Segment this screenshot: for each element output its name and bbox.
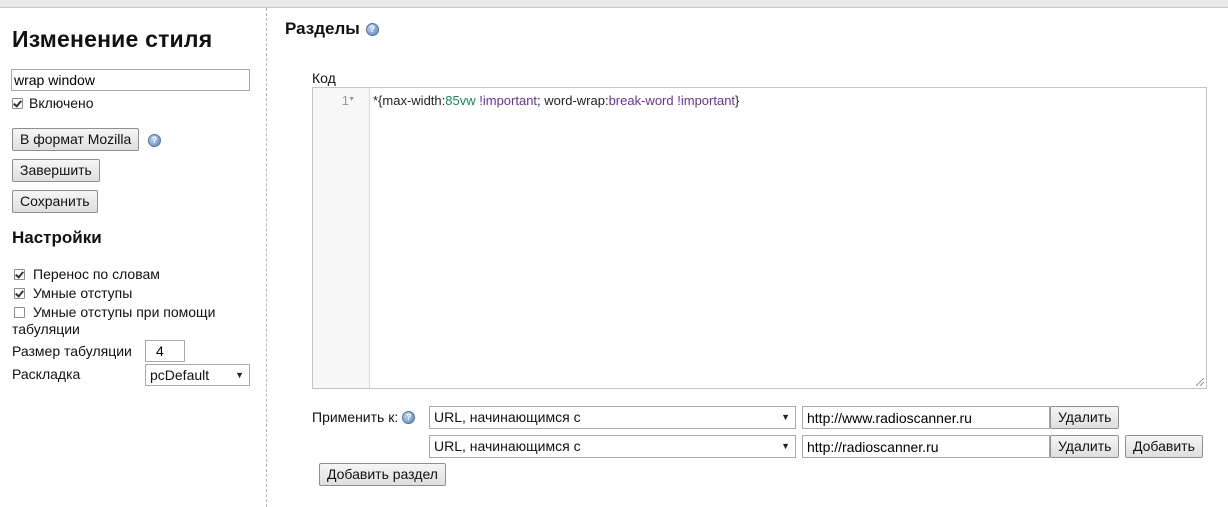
line-gutter: 1 ▼ (313, 88, 370, 388)
chevron-down-icon: ▼ (781, 441, 790, 451)
apply-to-text: Применить к: (312, 409, 399, 425)
rule-type-select[interactable]: URL, начинающимся с ▼ (429, 435, 796, 458)
delete-rule-button[interactable]: Удалить (1050, 406, 1120, 429)
rule-url-input[interactable] (802, 406, 1050, 429)
code-token: } (735, 93, 740, 108)
help-icon[interactable]: ? (365, 22, 379, 36)
main-panel: Разделы ? Код 1 ▼ *{max-width:85vw !impo… (268, 8, 1228, 507)
add-rule-button[interactable]: Добавить (1125, 435, 1203, 458)
code-token: *{max-width: (373, 93, 446, 108)
finish-button[interactable]: Завершить (12, 159, 100, 182)
rule-type-value: URL, начинающимся с (434, 438, 581, 454)
rule-url-input[interactable] (802, 435, 1050, 458)
keymap-label: Раскладка (12, 366, 81, 382)
enabled-checkbox[interactable] (12, 97, 23, 109)
smart-tab-indent-label: Умные отступы при помощи (33, 304, 216, 320)
code-label: Код (312, 70, 336, 86)
option-smart-tab-indent[interactable]: Умные отступы при помощи (14, 304, 215, 320)
word-wrap-label: Перенос по словам (33, 266, 160, 282)
code-token-number: 85vw (445, 93, 476, 108)
tab-size-label: Размер табуляции (12, 343, 132, 359)
code-editor[interactable]: 1 ▼ *{max-width:85vw !important; word-wr… (312, 87, 1207, 389)
option-word-wrap[interactable]: Перенос по словам (14, 266, 160, 282)
code-line[interactable]: *{max-width:85vw !important; word-wrap:b… (373, 93, 739, 108)
enabled-row[interactable]: Включено (12, 95, 94, 111)
option-smart-indent[interactable]: Умные отступы (14, 285, 132, 301)
help-icon[interactable]: ? (402, 410, 416, 424)
smart-tab-indent-checkbox[interactable] (14, 306, 25, 318)
fold-arrow-icon[interactable]: ▼ (348, 96, 355, 103)
apply-to-label: Применить к: ? (312, 409, 416, 425)
save-button[interactable]: Сохранить (12, 190, 98, 213)
code-token-keyword: !important (677, 93, 736, 108)
style-title: Изменение стиля (12, 26, 213, 52)
smart-indent-checkbox[interactable] (14, 287, 25, 299)
resize-grip-icon[interactable] (1196, 378, 1204, 386)
settings-title: Настройки (12, 228, 102, 247)
code-token-keyword: !important (479, 93, 538, 108)
delete-rule-button[interactable]: Удалить (1050, 435, 1120, 458)
browser-toolbar-strip (0, 0, 1228, 8)
rule-type-select[interactable]: URL, начинающимся с ▼ (429, 406, 796, 429)
chevron-down-icon: ▼ (781, 412, 790, 422)
sections-title-text: Разделы (285, 19, 360, 38)
tab-size-input[interactable] (145, 340, 185, 362)
smart-tab-indent-label-cont: табуляции (12, 321, 80, 337)
sections-title: Разделы ? (285, 19, 379, 39)
enabled-label: Включено (29, 95, 94, 111)
code-token: ; word-wrap: (537, 93, 609, 108)
keymap-value: pcDefault (150, 367, 210, 383)
rule-type-value: URL, начинающимся с (434, 409, 581, 425)
mozilla-format-button[interactable]: В формат Mozilla (12, 128, 140, 151)
keymap-select[interactable]: pcDefault ▼ (145, 364, 250, 386)
add-section-button[interactable]: Добавить раздел (319, 463, 446, 486)
chevron-down-icon: ▼ (235, 370, 244, 380)
smart-indent-label: Умные отступы (33, 285, 133, 301)
sidebar: Изменение стиля Включено В формат Mozill… (0, 8, 267, 507)
word-wrap-checkbox[interactable] (14, 268, 25, 280)
style-name-input[interactable] (11, 69, 250, 91)
help-icon[interactable]: ? (148, 134, 161, 147)
code-token-keyword: break-word (608, 93, 674, 108)
